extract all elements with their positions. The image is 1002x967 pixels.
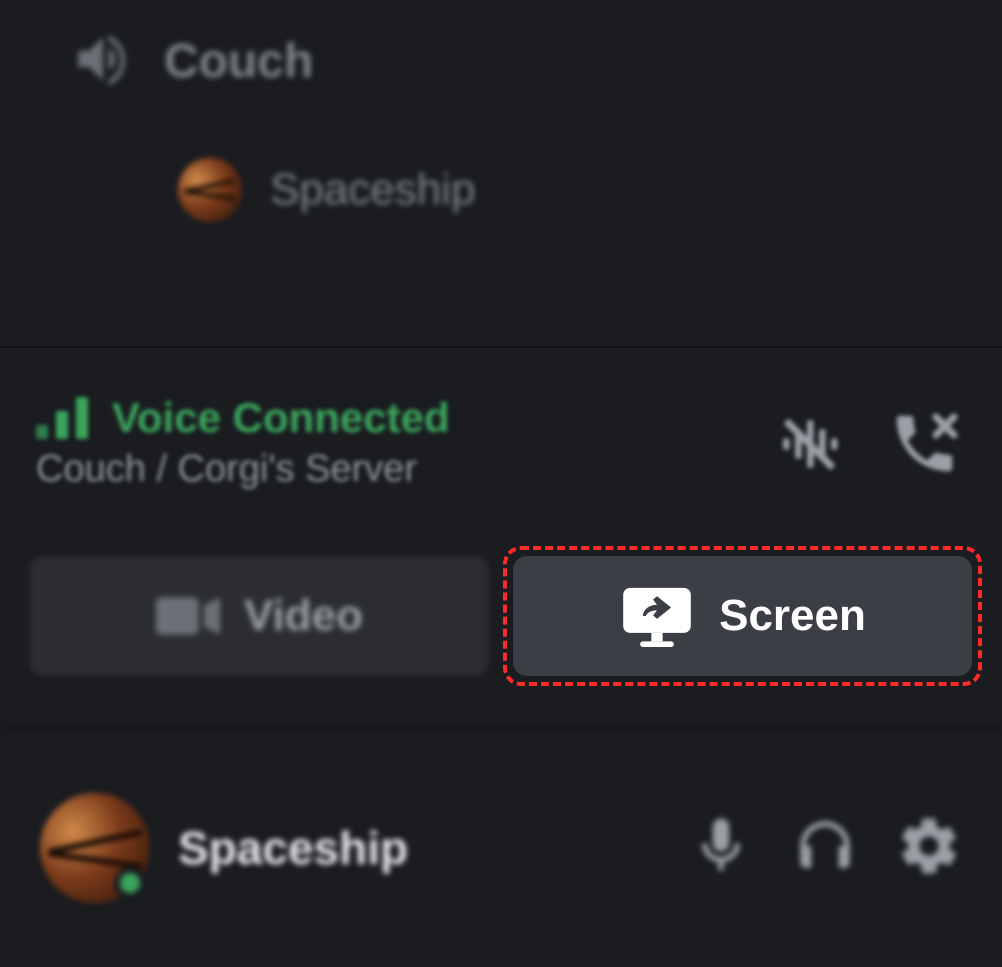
voice-status-text[interactable]: Voice Connected — [112, 394, 450, 442]
disconnect-call-icon[interactable] — [888, 408, 960, 485]
mute-mic-icon[interactable] — [688, 813, 754, 884]
voice-panel: Couch Spaceship Voice Connected Couch / … — [0, 0, 1002, 967]
signal-icon — [36, 397, 94, 439]
speaker-icon — [70, 26, 136, 97]
voice-channel-name: Couch — [164, 34, 313, 89]
user-avatar-wrap[interactable] — [40, 793, 150, 903]
video-button[interactable]: Video — [30, 556, 489, 676]
noise-suppression-icon[interactable] — [774, 408, 846, 485]
screen-share-button[interactable]: Screen — [513, 556, 972, 676]
voice-channel-row[interactable]: Couch — [70, 26, 313, 97]
user-bar: Spaceship — [0, 727, 1002, 967]
status-indicator-online — [114, 867, 146, 899]
voice-channel-member[interactable]: Spaceship — [178, 158, 475, 222]
current-user-name[interactable]: Spaceship — [178, 821, 408, 875]
member-name: Spaceship — [270, 165, 475, 215]
video-button-label: Video — [244, 591, 363, 641]
call-buttons-row: Video Screen — [30, 556, 972, 676]
avatar — [178, 158, 242, 222]
deafen-headphones-icon[interactable] — [792, 813, 858, 884]
settings-gear-icon[interactable] — [896, 813, 962, 884]
voice-action-icons — [774, 408, 960, 485]
screen-button-label: Screen — [719, 591, 866, 641]
